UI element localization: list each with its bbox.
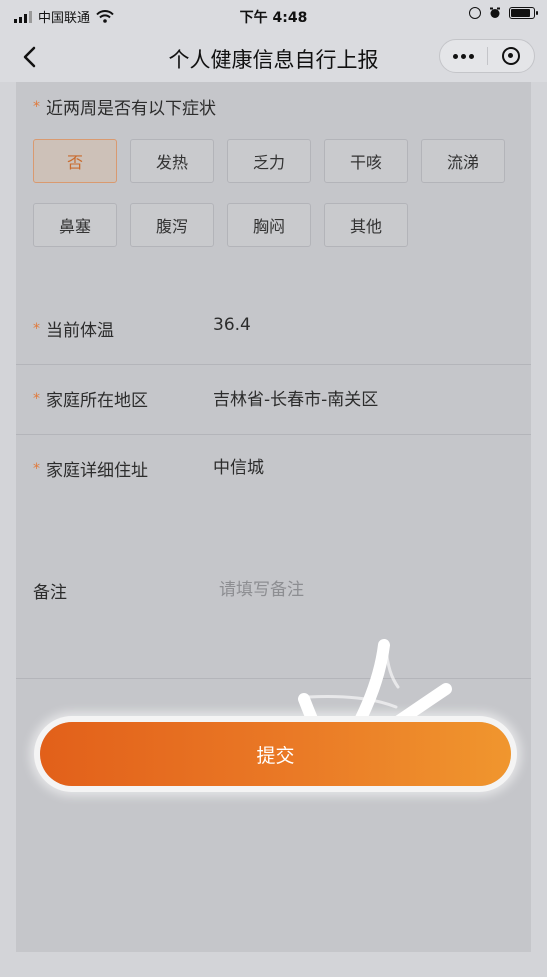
symptom-option-diarrhea[interactable]: 腹泻 (130, 203, 214, 247)
remark-label: 备注 (33, 583, 67, 603)
more-menu-button[interactable] (440, 40, 487, 72)
symptoms-label-text: 近两周是否有以下症状 (46, 99, 216, 119)
symptom-option-fatigue[interactable]: 乏力 (227, 139, 311, 183)
status-right (469, 7, 538, 19)
symptom-option-label: 流涕 (446, 153, 479, 172)
address-label: * 家庭详细住址 (33, 456, 148, 482)
region-row[interactable]: * 家庭所在地区 吉林省-长春市-南关区 (16, 382, 531, 432)
miniprogram-capsule (439, 39, 535, 73)
symptom-option-label: 否 (66, 153, 83, 172)
address-value[interactable]: 中信城 (213, 453, 264, 478)
symptom-option-label: 胸闷 (252, 217, 285, 236)
symptom-option-label: 发热 (155, 153, 188, 172)
symptom-option-fever[interactable]: 发热 (130, 139, 214, 183)
divider (16, 434, 531, 435)
address-label-text: 家庭详细住址 (46, 461, 148, 481)
symptom-option-other[interactable]: 其他 (324, 203, 408, 247)
target-icon (501, 47, 520, 65)
alarm-icon (490, 7, 500, 18)
region-value[interactable]: 吉林省-长春市-南关区 (213, 385, 378, 410)
required-star-icon: * (33, 460, 40, 477)
symptom-option-label: 乏力 (252, 153, 285, 172)
symptoms-label: * 近两周是否有以下症状 (33, 94, 216, 120)
symptom-option-chest-tightness[interactable]: 胸闷 (227, 203, 311, 247)
more-dots-icon (452, 53, 474, 59)
divider (16, 364, 531, 365)
nav-bar: 个人健康信息自行上报 (0, 32, 547, 82)
temperature-label: * 当前体温 (33, 316, 114, 342)
region-label-text: 家庭所在地区 (46, 391, 148, 411)
form-card: * 近两周是否有以下症状 否 发热 乏力 干咳 流涕 鼻塞 腹泻 胸闷 其他 *… (16, 82, 531, 952)
required-star-icon: * (33, 98, 40, 115)
temperature-label-text: 当前体温 (46, 321, 114, 341)
region-label: * 家庭所在地区 (33, 386, 148, 412)
symptom-option-runny-nose[interactable]: 流涕 (421, 139, 505, 183)
symptom-option-label: 腹泻 (155, 217, 188, 236)
symptom-option-dry-cough[interactable]: 干咳 (324, 139, 408, 183)
symptom-option-label: 其他 (349, 217, 382, 236)
temperature-row[interactable]: * 当前体温 36.4 (16, 312, 531, 362)
required-star-icon: * (33, 320, 40, 337)
temperature-value[interactable]: 36.4 (213, 315, 251, 335)
address-row[interactable]: * 家庭详细住址 中信城 (16, 452, 531, 502)
status-time: 下午 4:48 (239, 10, 308, 26)
battery-icon (509, 7, 538, 19)
required-star-icon: * (33, 390, 40, 407)
submit-button-label: 提交 (256, 744, 295, 767)
status-bar: 中国联通 下午 4:48 (0, 0, 547, 32)
close-miniprogram-button[interactable] (488, 40, 535, 72)
submit-button[interactable]: 提交 (40, 722, 511, 786)
symptom-option-label: 干咳 (349, 153, 382, 172)
location-icon (469, 7, 481, 19)
remark-input[interactable]: 请填写备注 (219, 575, 304, 600)
symptom-option-stuffy-nose[interactable]: 鼻塞 (33, 203, 117, 247)
symptom-option-label: 鼻塞 (58, 217, 91, 236)
symptom-option-none[interactable]: 否 (33, 139, 117, 183)
bottom-strip (0, 952, 547, 977)
